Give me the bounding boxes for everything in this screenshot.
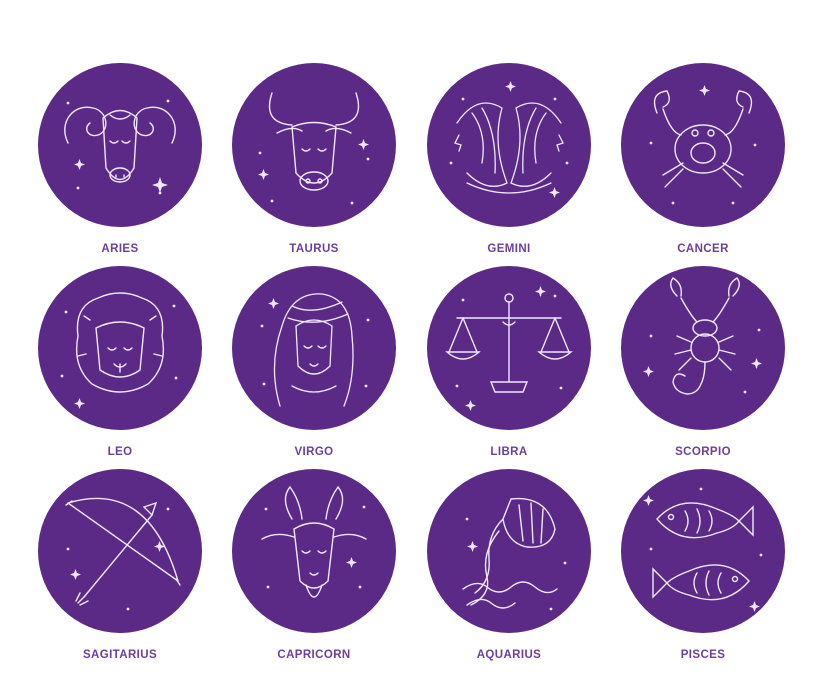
sign-label: SCORPIO [675, 446, 731, 458]
zodiac-card-gemini: GEMINI [424, 63, 594, 255]
bow-arrow-icon [65, 497, 181, 611]
sign-label: CAPRICORN [277, 649, 351, 661]
capricorn-badge [232, 469, 396, 633]
zodiac-card-virgo: VIRGO [229, 266, 399, 458]
lion-icon [60, 292, 178, 409]
bull-icon [258, 92, 370, 205]
aries-badge [38, 63, 202, 227]
zodiac-card-capricorn: CAPRICORN [229, 469, 399, 661]
zodiac-card-libra: LIBRA [424, 266, 594, 458]
sign-label: LEO [107, 446, 133, 458]
sign-label: TAURUS [289, 243, 339, 255]
ram-icon [64, 99, 176, 195]
gemini-badge [427, 63, 591, 227]
sagitarius-badge [38, 469, 202, 633]
sign-label: PISCES [680, 649, 726, 661]
goat-icon [261, 485, 367, 598]
virgo-badge [232, 266, 396, 430]
twins-icon [449, 81, 569, 198]
water-bearer-icon [462, 497, 567, 611]
sign-label: AQUARIUS [476, 649, 542, 661]
aquarius-badge [427, 469, 591, 633]
zodiac-card-leo: LEO [35, 266, 205, 458]
zodiac-card-aquarius: AQUARIUS [424, 469, 594, 661]
zodiac-card-aries: ARIES [35, 63, 205, 255]
libra-badge [427, 266, 591, 430]
sign-label: CANCER [677, 243, 729, 255]
sign-label: ARIES [101, 243, 139, 255]
sign-label: LIBRA [490, 446, 528, 458]
zodiac-card-taurus: TAURUS [229, 63, 399, 255]
sign-label: VIRGO [294, 446, 334, 458]
scorpion-icon [643, 277, 762, 395]
scorpio-badge [621, 266, 785, 430]
leo-badge [38, 266, 202, 430]
fish-icon [643, 487, 763, 612]
sign-label: SAGITARIUS [82, 649, 158, 661]
zodiac-grid: ARIES TAURUS GEMINI CANCER LEO VIRGO LIB… [0, 0, 826, 688]
zodiac-card-sagitarius: SAGITARIUS [35, 469, 205, 661]
sign-label: GEMINI [487, 243, 531, 255]
cancer-badge [621, 63, 785, 227]
zodiac-card-scorpio: SCORPIO [618, 266, 788, 458]
maiden-icon [260, 293, 370, 407]
pisces-badge [621, 469, 785, 633]
zodiac-card-cancer: CANCER [618, 63, 788, 255]
zodiac-card-pisces: PISCES [618, 469, 788, 661]
scales-icon [445, 286, 573, 411]
taurus-badge [232, 63, 396, 227]
crab-icon [649, 85, 757, 205]
